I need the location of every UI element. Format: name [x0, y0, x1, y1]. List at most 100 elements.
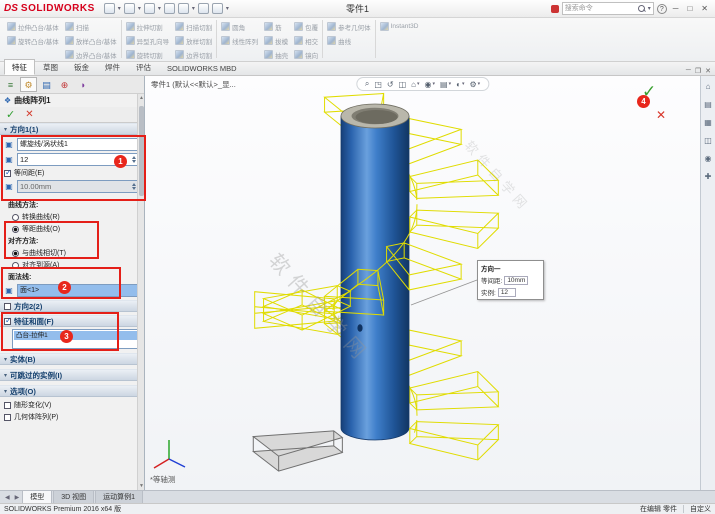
view-settings-icon[interactable]: ⚙▾: [469, 80, 480, 89]
options-caret-icon[interactable]: ▾: [226, 5, 229, 12]
tab-features[interactable]: 特征: [4, 59, 35, 75]
tab-model[interactable]: 模型: [22, 490, 52, 503]
ribbon-button-shell[interactable]: 抽壳: [264, 48, 288, 61]
rebuild-icon[interactable]: [198, 3, 209, 14]
spacing-input[interactable]: 10.00mm: [17, 180, 140, 193]
save-icon[interactable]: [144, 3, 155, 14]
equal-spacing-checkbox[interactable]: [4, 170, 11, 177]
features-checkbox[interactable]: [4, 318, 11, 325]
open-caret-icon[interactable]: ▾: [138, 5, 141, 12]
display-style-icon[interactable]: ◉▾: [425, 80, 436, 89]
new-caret-icon[interactable]: ▾: [118, 5, 121, 12]
radio-offset-curve[interactable]: 等距曲线(O): [12, 224, 144, 234]
status-customize[interactable]: 自定义: [690, 504, 711, 514]
displaymanager-tab[interactable]: ◑: [74, 77, 91, 92]
previous-view-icon[interactable]: ↺: [387, 80, 394, 89]
doc-close-icon[interactable]: ✕: [705, 67, 711, 75]
callout-instances-value[interactable]: 12: [498, 288, 516, 297]
appearances-icon[interactable]: ◐▾: [456, 80, 464, 89]
radio-tangent-to-curve[interactable]: 与曲线相切(T): [12, 248, 144, 258]
dimxpert-tab[interactable]: ⊕: [56, 77, 73, 92]
radio-align-to-seed[interactable]: 对齐到源(A): [12, 260, 144, 270]
zoom-area-icon[interactable]: ◳: [374, 80, 382, 89]
ribbon-button-revolve-boss[interactable]: 旋转凸台/基体: [7, 34, 59, 47]
callout-spacing-value[interactable]: 10mm: [504, 276, 528, 285]
tab-sketch[interactable]: 草图: [35, 59, 66, 75]
face-normal-field[interactable]: 面<1>: [17, 284, 140, 297]
pattern-curve-field[interactable]: 螺旋线/涡状线1: [17, 138, 140, 151]
save-caret-icon[interactable]: ▾: [158, 5, 161, 12]
instance-count-input[interactable]: 12: [17, 153, 140, 166]
tab-weldments[interactable]: 焊件: [97, 59, 128, 75]
taskpane-custom-properties-icon[interactable]: ✚: [705, 172, 712, 181]
ribbon-button-loft-boss[interactable]: 放样凸台/基体: [65, 34, 117, 47]
ribbon-button-draft[interactable]: 拔模: [264, 34, 288, 47]
ribbon-button-wrap[interactable]: 包覆: [294, 20, 318, 33]
view-orientation-icon[interactable]: ⌂▾: [411, 80, 419, 89]
featuremanager-tree-tab[interactable]: ≡: [2, 77, 19, 92]
tab-solidworks-mbd[interactable]: SOLIDWORKS MBD: [159, 61, 245, 75]
instance-spinner[interactable]: [130, 154, 137, 165]
taskpane-appearances-icon[interactable]: ◉: [705, 154, 712, 163]
taskpane-file-explorer-icon[interactable]: ▦: [704, 118, 712, 127]
ribbon-button-rib[interactable]: 筋: [264, 20, 288, 33]
undo-icon[interactable]: [178, 3, 189, 14]
cancel-button[interactable]: ✕: [25, 109, 33, 120]
ribbon-button-lofted-cut[interactable]: 放样切割: [175, 34, 212, 47]
open-icon[interactable]: [124, 3, 135, 14]
maximize-button[interactable]: □: [684, 4, 695, 13]
doc-restore-icon[interactable]: ❐: [695, 67, 701, 75]
direction2-checkbox[interactable]: [4, 303, 11, 310]
tab-sheet-metal[interactable]: 钣金: [66, 59, 97, 75]
direction2-section-header[interactable]: 方向2(2): [0, 300, 144, 312]
direction1-section-header[interactable]: ▾ 方向1(1): [0, 123, 144, 135]
tab-scroll-right-icon[interactable]: ▶: [13, 494, 22, 503]
ribbon-button-sweep[interactable]: 扫描: [65, 20, 117, 33]
panel-scrollbar[interactable]: ▲ ▼: [137, 94, 144, 490]
ribbon-button-fillet[interactable]: 圆角: [221, 20, 258, 33]
tab-scroll-left-icon[interactable]: ◀: [3, 494, 12, 503]
option-geometry-pattern[interactable]: 几何体阵列(P): [4, 412, 140, 422]
ribbon-button-boundary-cut[interactable]: 边界切割: [175, 48, 212, 61]
tab-3d-views[interactable]: 3D 视图: [53, 490, 94, 503]
propertymanager-tab[interactable]: ⚙: [20, 77, 37, 92]
scrollbar-thumb[interactable]: [139, 106, 144, 196]
graphics-viewport[interactable]: 零件1 (默认<<默认>_显... ⌕ ◳ ↺ ◫ ⌂▾ ◉▾ ▤▾ ◐▾ ⚙▾…: [145, 76, 700, 490]
features-list[interactable]: 凸台-拉伸1: [12, 329, 142, 349]
ribbon-button-extruded-cut[interactable]: 拉伸切割: [126, 20, 170, 33]
minimize-button[interactable]: ─: [670, 4, 682, 13]
ribbon-button-swept-cut[interactable]: 扫描切割: [175, 20, 212, 33]
scroll-down-icon[interactable]: ▼: [138, 482, 145, 490]
taskpane-view-palette-icon[interactable]: ◫: [704, 136, 712, 145]
features-section-header[interactable]: 特征和面(F): [0, 315, 144, 327]
ribbon-button-curves[interactable]: 曲线: [327, 34, 371, 47]
close-button[interactable]: ✕: [698, 4, 711, 13]
option-vary-sketch[interactable]: 随形变化(V): [4, 400, 140, 410]
options-icon[interactable]: [212, 3, 223, 14]
search-input[interactable]: [565, 3, 635, 14]
ribbon-button-hole-wizard[interactable]: 异型孔向导: [126, 34, 170, 47]
ribbon-button-intersect[interactable]: 相交: [294, 34, 318, 47]
search-caret-icon[interactable]: ▾: [648, 5, 651, 12]
command-search[interactable]: ▾: [562, 2, 654, 15]
ribbon-button-linear-pattern[interactable]: 线性阵列: [221, 34, 258, 47]
bodies-section-header[interactable]: ▾ 实体(B): [0, 353, 144, 365]
ribbon-button-extrude-boss[interactable]: 拉伸凸台/基体: [7, 20, 59, 33]
section-view-icon[interactable]: ◫: [399, 80, 407, 89]
spacing-spinner[interactable]: [130, 181, 137, 192]
help-icon[interactable]: ?: [657, 4, 667, 14]
tab-evaluate[interactable]: 评估: [128, 59, 159, 75]
ribbon-button-reference-geometry[interactable]: 参考几何体: [327, 20, 371, 33]
confirm-ok-icon[interactable]: ✓: [642, 82, 656, 102]
radio-transform-curve[interactable]: 转换曲线(R): [12, 212, 144, 222]
ok-button[interactable]: ✓: [6, 108, 15, 121]
taskpane-design-library-icon[interactable]: ▤: [704, 100, 712, 109]
new-document-icon[interactable]: [104, 3, 115, 14]
configurationmanager-tab[interactable]: ▤: [38, 77, 55, 92]
vary-sketch-checkbox[interactable]: [4, 402, 11, 409]
doc-minimize-icon[interactable]: ─: [686, 67, 691, 75]
tab-motion-study[interactable]: 运动算例1: [95, 490, 143, 503]
taskpane-resources-icon[interactable]: ⌂: [706, 82, 711, 91]
zoom-fit-icon[interactable]: ⌕: [365, 79, 369, 89]
options-section-header[interactable]: ▾ 选项(O): [0, 385, 144, 397]
